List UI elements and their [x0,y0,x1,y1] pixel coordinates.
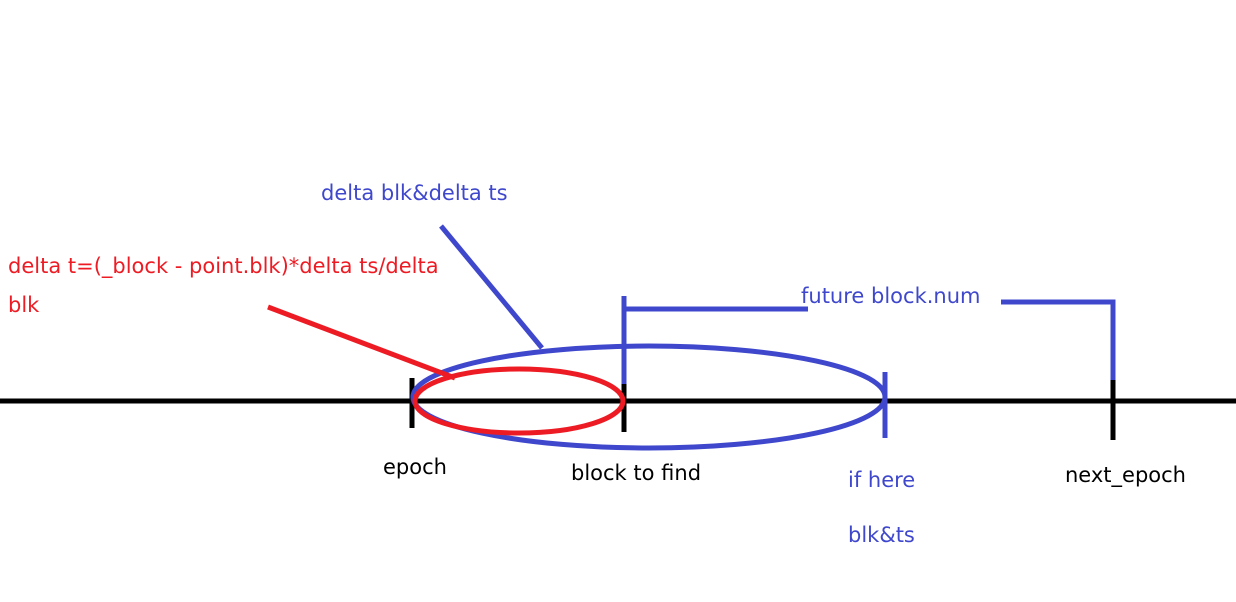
future-block-bracket-left [621,296,808,384]
diagram-canvas [0,224,1236,451]
delta-blk-ts-label: delta blk&delta ts [321,181,508,205]
formula-label: delta t=(_block - point.blk)*delta ts/de… [8,254,439,278]
if-here-label: if here [848,468,916,492]
future-block-num-label: future block.num [801,284,981,308]
formula-pointer [267,304,456,381]
blk-ts-label: blk&ts [848,523,915,547]
delta-blk-ts-pointer [439,224,544,350]
epoch-label: epoch [383,455,447,479]
future-block-bracket-right [1001,299,1116,318]
block-to-find-label: block to find [571,461,702,485]
formula-label-continued: blk [8,293,40,317]
next-epoch-label: next_epoch [1065,463,1186,487]
